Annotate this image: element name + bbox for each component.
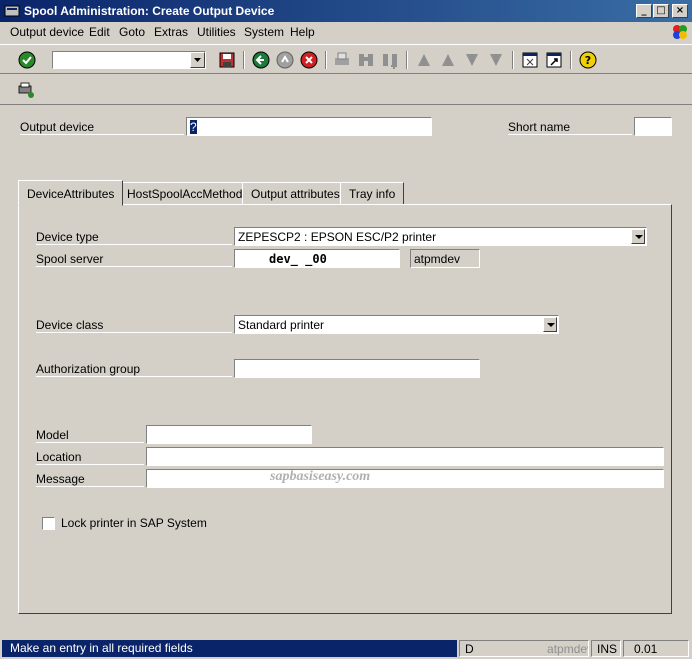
output-device-input[interactable]: ? [186,117,432,136]
short-name-label: Short name [508,120,632,135]
menu-edit[interactable]: Edit [89,25,110,39]
location-input[interactable] [146,447,664,466]
spool-server-host: atpmdev [410,249,480,268]
device-class-value: Standard printer [238,318,325,332]
authorization-group-input[interactable] [234,359,480,378]
minimize-button[interactable]: _ [636,4,652,18]
message-label: Message [36,472,144,487]
menu-extras[interactable]: Extras [154,25,188,39]
sap-logo-icon [673,25,687,39]
find-next-icon[interactable] [380,50,400,70]
device-type-label: Device type [36,230,232,245]
maximize-button[interactable]: □ [653,4,669,18]
close-button[interactable]: × [672,4,688,18]
shortcut-icon[interactable] [544,50,564,70]
menu-bar: Output device Edit Goto Extras Utilities… [0,22,692,42]
last-page-icon[interactable] [486,50,506,70]
application-toolbar [0,75,692,105]
new-session-icon[interactable] [520,50,540,70]
tab-device-attributes[interactable]: DeviceAttributes [18,180,124,206]
device-class-dropdown-icon[interactable] [543,317,557,332]
back-icon[interactable] [251,50,271,70]
status-message: Make an entry in all required fields [2,640,457,657]
sap-window-icon [4,5,20,17]
standard-toolbar: ? [0,44,692,74]
tab-tray-info[interactable]: Tray info [340,182,405,205]
device-class-label: Device class [36,318,232,333]
menu-utilities[interactable]: Utilities [197,25,236,39]
command-field[interactable] [52,51,206,69]
svg-text:?: ? [585,54,591,67]
tab-output-attributes[interactable]: Output attributes [242,182,349,205]
print-icon[interactable] [332,50,352,70]
save-icon[interactable] [217,50,237,70]
status-client: atpmdev [547,642,589,656]
status-mode[interactable]: INS [591,640,621,657]
status-system-id: D [465,642,474,656]
spool-server-value: dev_ _00 [269,252,327,266]
message-input[interactable] [146,469,664,488]
menu-output-device[interactable]: Output device [10,25,84,39]
cancel-icon[interactable] [299,50,319,70]
menu-goto[interactable]: Goto [119,25,145,39]
device-type-value: ZEPESCP2 : EPSON ESC/P2 printer [238,230,437,244]
next-page-icon[interactable] [462,50,482,70]
output-device-tool-icon[interactable] [16,80,36,100]
lock-printer-label: Lock printer in SAP System [61,516,207,530]
tab-host-spool-acc-method[interactable]: HostSpoolAccMethod [118,182,252,205]
previous-page-icon[interactable] [438,50,458,70]
device-class-select[interactable]: Standard printer [234,315,559,334]
status-system: D atpmdev [459,640,589,657]
enter-check-icon[interactable] [17,50,37,70]
menu-help[interactable]: Help [290,25,315,39]
first-page-icon[interactable] [414,50,434,70]
short-name-input[interactable] [634,117,672,136]
menu-system[interactable]: System [244,25,284,39]
title-bar: Spool Administration: Create Output Devi… [0,0,692,22]
location-label: Location [36,450,144,465]
find-icon[interactable] [356,50,376,70]
help-icon[interactable]: ? [578,50,598,70]
device-type-select[interactable]: ZEPESCP2 : EPSON ESC/P2 printer [234,227,647,246]
device-type-dropdown-icon[interactable] [631,229,645,244]
window-title: Spool Administration: Create Output Devi… [24,4,275,18]
status-time: 0.01 [623,640,689,657]
authorization-group-label: Authorization group [36,362,232,377]
output-device-value: ? [190,120,197,134]
model-input[interactable] [146,425,312,444]
status-bar: Make an entry in all required fields D a… [0,638,692,659]
spool-server-input[interactable]: dev_ _00 [234,249,400,268]
spool-server-label: Spool server [36,252,232,267]
exit-icon[interactable] [275,50,295,70]
watermark-text: sapbasiseasy.com [270,469,371,484]
model-label: Model [36,428,144,443]
chevron-down-icon [194,58,201,62]
lock-printer-checkbox[interactable] [42,517,55,530]
output-device-label: Output device [20,120,184,135]
command-dropdown-button[interactable] [190,52,205,68]
